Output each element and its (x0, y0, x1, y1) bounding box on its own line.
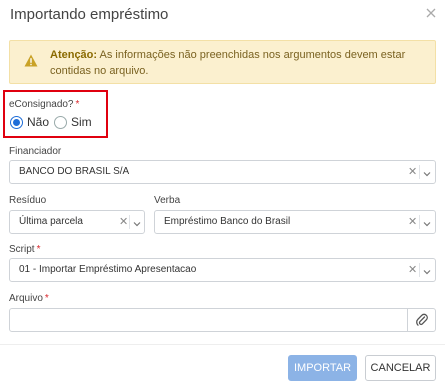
verba-value: Empréstimo Banco do Brasil (164, 216, 291, 227)
required-mark: * (75, 99, 80, 110)
alert-message: Atenção: As informações não preenchidas … (50, 47, 430, 79)
radio-nao[interactable] (10, 116, 23, 129)
clear-icon[interactable]: ✕ (119, 215, 128, 228)
residuo-value: Última parcela (19, 216, 83, 227)
chevron-down-icon[interactable] (423, 219, 431, 227)
alert-body: As informações não preenchidas nos argum… (50, 49, 406, 77)
attach-file-button[interactable] (407, 309, 435, 331)
financiador-select[interactable]: BANCO DO BRASIL S/A ✕ (9, 160, 436, 184)
verba-label: Verba (154, 195, 181, 206)
select-separator (129, 215, 130, 229)
cancel-button[interactable]: CANCELAR (365, 355, 436, 381)
consignado-highlight-box (3, 90, 108, 138)
footer-divider (0, 344, 445, 345)
clear-icon[interactable]: ✕ (408, 215, 417, 228)
script-select[interactable]: 01 - Importar Empréstimo Apresentacao ✕ (9, 258, 436, 282)
radio-sim-label[interactable]: Sim (71, 115, 92, 129)
required-mark: * (44, 293, 49, 304)
dialog-header: Importando empréstimo (0, 0, 445, 32)
financiador-value: BANCO DO BRASIL S/A (19, 166, 130, 177)
warning-alert: Atenção: As informações não preenchidas … (9, 40, 436, 84)
import-button[interactable]: IMPORTAR (288, 355, 357, 381)
select-separator (419, 263, 420, 277)
arquivo-label: Arquivo * (9, 293, 49, 304)
required-mark: * (36, 244, 41, 255)
financiador-label: Financiador (9, 146, 62, 157)
select-separator (419, 165, 420, 179)
script-label: Script * (9, 244, 40, 255)
chevron-down-icon[interactable] (133, 219, 141, 227)
verba-select[interactable]: Empréstimo Banco do Brasil ✕ (154, 210, 436, 234)
warning-icon (24, 54, 38, 67)
arquivo-input[interactable] (9, 308, 436, 332)
chevron-down-icon[interactable] (423, 169, 431, 177)
paperclip-icon (416, 313, 428, 330)
script-value: 01 - Importar Empréstimo Apresentacao (19, 264, 197, 275)
clear-icon[interactable]: ✕ (408, 263, 417, 276)
consignado-label-text: eConsignado? (9, 99, 74, 110)
chevron-down-icon[interactable] (423, 267, 431, 275)
residuo-label: Resíduo (9, 195, 47, 206)
close-icon[interactable] (423, 5, 439, 21)
select-separator (419, 215, 420, 229)
arquivo-label-text: Arquivo (9, 293, 43, 304)
radio-nao-label[interactable]: Não (27, 115, 49, 129)
radio-sim[interactable] (54, 116, 67, 129)
import-dialog: Importando empréstimo Atenção: As inform… (0, 0, 445, 387)
clear-icon[interactable]: ✕ (408, 165, 417, 178)
residuo-select[interactable]: Última parcela ✕ (9, 210, 145, 234)
dialog-title: Importando empréstimo (10, 6, 169, 23)
alert-strong: Atenção: (50, 49, 98, 61)
consignado-label: eConsignado? * (9, 99, 79, 110)
script-label-text: Script (9, 244, 35, 255)
